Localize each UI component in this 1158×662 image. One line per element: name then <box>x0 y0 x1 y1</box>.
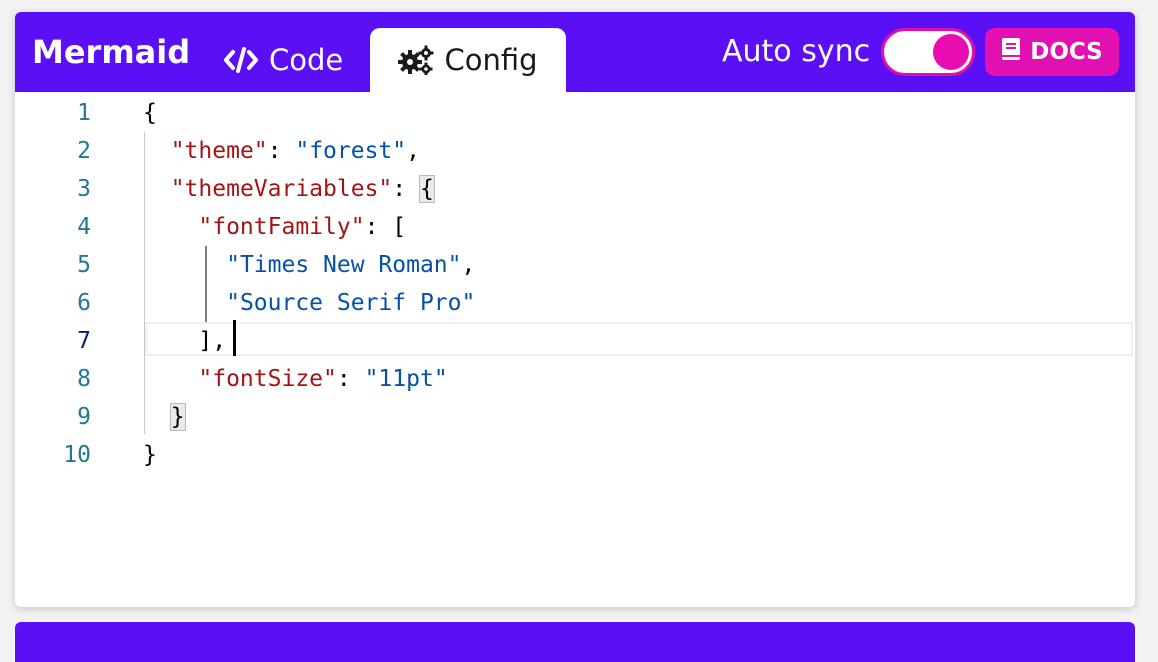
code-punct: { <box>143 100 157 126</box>
code-line: "Source Serif Pro" <box>143 284 475 322</box>
line-number: 4 <box>77 214 91 240</box>
code-line: } <box>143 398 186 436</box>
json-key: "fontSize" <box>198 366 337 392</box>
code-punct: , <box>461 252 476 278</box>
editor-header: Mermaid Code Config Auto sync DOCS <box>15 12 1135 92</box>
json-key: "theme" <box>170 138 268 164</box>
docs-button[interactable]: DOCS <box>985 28 1119 76</box>
text-cursor <box>233 320 236 356</box>
code-punct <box>143 252 226 278</box>
tab-config-label: Config <box>444 43 538 77</box>
code-icon <box>223 45 259 75</box>
json-string: "11pt" <box>364 366 448 392</box>
code-line: "theme": "forest", <box>143 132 420 170</box>
auto-sync-label: Auto sync <box>722 34 871 69</box>
code-punct: : <box>392 176 420 202</box>
code-punct <box>143 214 198 240</box>
line-number: 6 <box>77 290 91 316</box>
code-editor[interactable]: 1 2 3 4 5 6 7 8 9 10 { "theme": "forest", "themeV… <box>15 92 1135 607</box>
json-key: "themeVariables" <box>170 176 393 202</box>
code-punct <box>143 176 171 202</box>
code-punct <box>143 290 226 316</box>
auto-sync-toggle[interactable] <box>881 28 975 76</box>
next-panel-header <box>15 622 1135 662</box>
json-key: "fontFamily" <box>198 214 365 240</box>
current-line-highlight <box>145 322 1133 356</box>
code-line: "fontSize": "11pt" <box>143 360 448 398</box>
line-number: 2 <box>77 138 91 164</box>
gears-icon <box>398 45 434 75</box>
line-number: 5 <box>77 252 91 278</box>
json-string: "Times New Roman" <box>226 252 462 278</box>
app-title: Mermaid <box>32 33 191 71</box>
code-line: "Times New Roman", <box>143 246 475 284</box>
json-string: "Source Serif Pro" <box>226 290 476 316</box>
code-punct: : [ <box>364 214 407 240</box>
tab-code-label: Code <box>269 43 344 77</box>
json-string: "forest" <box>295 138 407 164</box>
bracket-match: } <box>169 403 186 431</box>
code-punct: , <box>406 138 420 164</box>
line-number: 1 <box>77 100 91 126</box>
code-punct: : <box>336 366 365 392</box>
line-number: 9 <box>77 404 91 430</box>
bracket-match: { <box>418 175 435 203</box>
code-line: "themeVariables": { <box>143 170 435 208</box>
code-punct <box>143 404 171 430</box>
toggle-knob <box>933 34 969 70</box>
book-icon <box>1001 37 1021 67</box>
code-punct: ], <box>143 328 227 354</box>
line-number: 8 <box>77 366 91 392</box>
tab-code[interactable]: Code <box>223 28 343 92</box>
code-punct: } <box>143 442 157 468</box>
line-number: 7 <box>77 328 91 354</box>
code-line: } <box>143 436 157 474</box>
code-punct: : <box>267 138 296 164</box>
code-line: { <box>143 94 157 132</box>
config-editor-panel: Mermaid Code Config Auto sync DOCS 1 2 3… <box>15 12 1135 607</box>
docs-button-label: DOCS <box>1030 39 1103 65</box>
code-punct <box>143 138 171 164</box>
line-number: 10 <box>63 442 91 468</box>
code-line: "fontFamily": [ <box>143 208 406 246</box>
tab-config[interactable]: Config <box>370 28 566 92</box>
code-punct <box>143 366 198 392</box>
code-line: ], <box>143 322 226 360</box>
line-number: 3 <box>77 176 91 202</box>
